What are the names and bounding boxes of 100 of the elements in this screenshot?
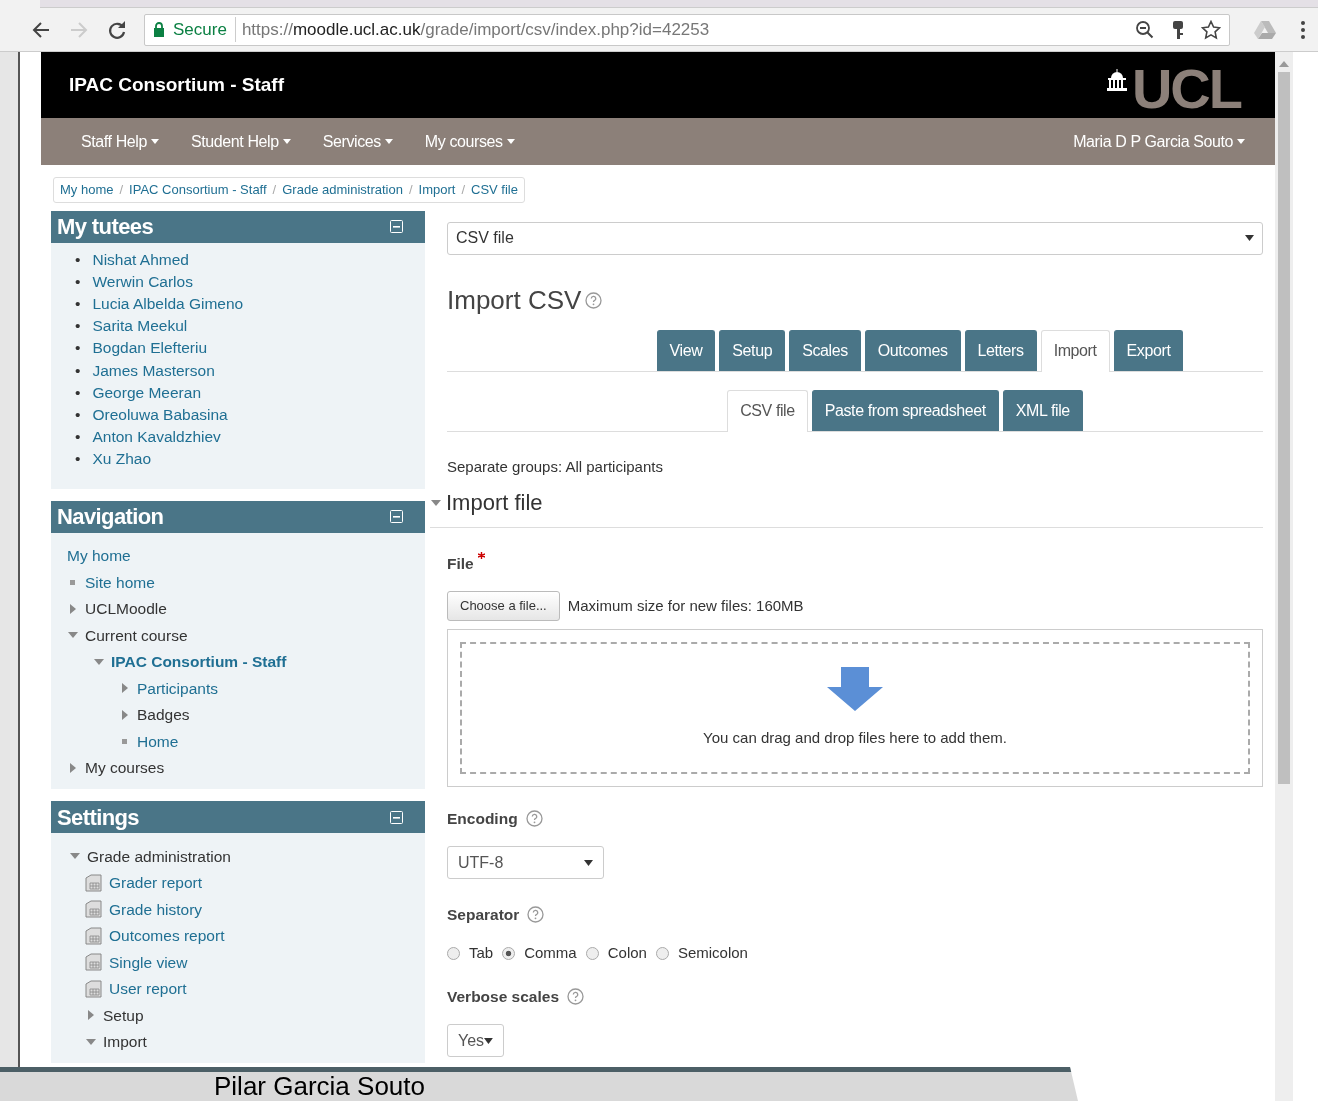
tree-item[interactable]: Badges xyxy=(137,703,190,727)
radio-button[interactable] xyxy=(447,947,460,960)
tutee-link[interactable]: Sarita Meekul xyxy=(92,315,188,338)
tutee-link[interactable]: Oreoluwa Babasina xyxy=(92,403,228,427)
verbose-scales-select[interactable]: Yes xyxy=(447,1024,504,1057)
tab[interactable]: Paste from spreadsheet xyxy=(811,389,999,431)
tab[interactable]: Import xyxy=(1040,329,1110,372)
breadcrumb-link[interactable]: Import xyxy=(418,180,456,200)
list-bullet: • xyxy=(75,338,81,359)
address-bar[interactable]: Secure https://moodle.ucl.ac.uk/grade/import/csv/index.php?id=42253 xyxy=(144,13,1230,46)
radio-label[interactable]: Tab xyxy=(469,942,494,965)
lock-icon xyxy=(153,22,165,37)
encoding-select[interactable]: UTF-8 xyxy=(447,846,604,879)
tab[interactable]: View xyxy=(656,329,716,371)
help-icon[interactable] xyxy=(525,809,543,827)
tree-item[interactable]: Import xyxy=(103,1030,147,1054)
help-icon[interactable] xyxy=(585,291,603,309)
help-icon[interactable] xyxy=(527,906,545,924)
caret-down-icon xyxy=(584,859,593,866)
radio-label[interactable]: Colon xyxy=(607,942,647,965)
tree-item[interactable]: UCLMoodle xyxy=(85,597,167,621)
download-arrow-icon xyxy=(827,666,883,711)
nav-menu[interactable]: Staff Help xyxy=(81,129,159,154)
jump-select[interactable]: CSV file xyxy=(447,221,1263,255)
collapse-icon[interactable] xyxy=(390,510,403,524)
scrollbar-thumb[interactable] xyxy=(1278,72,1290,784)
tutee-link[interactable]: Werwin Carlos xyxy=(92,270,193,293)
key-icon[interactable] xyxy=(1171,19,1185,40)
tab[interactable]: Outcomes xyxy=(864,329,961,371)
report-icon xyxy=(85,900,103,919)
radio-label[interactable]: Comma xyxy=(524,942,577,965)
tree-link[interactable]: IPAC Consortium - Staff xyxy=(111,650,287,674)
site-title[interactable]: IPAC Consortium - Staff xyxy=(69,70,284,100)
tree-link[interactable]: Participants xyxy=(137,676,218,700)
list-bullet: • xyxy=(75,293,81,314)
nav-menu[interactable]: Services xyxy=(322,129,393,154)
field-label: Encoding xyxy=(447,808,518,829)
nav-menu[interactable]: My courses xyxy=(424,129,515,154)
tab[interactable]: Setup xyxy=(719,329,786,371)
choose-file-button[interactable]: Choose a file... xyxy=(447,591,560,621)
tree-link[interactable]: Home xyxy=(137,729,179,753)
tree-link[interactable]: My home xyxy=(67,544,131,568)
tutee-link[interactable]: Xu Zhao xyxy=(92,448,152,471)
radio-button[interactable] xyxy=(502,947,516,960)
tab[interactable]: Export xyxy=(1113,329,1184,371)
tree-link[interactable]: Grader report xyxy=(109,871,203,895)
caret-down-icon xyxy=(506,139,515,144)
tree-link[interactable]: Site home xyxy=(85,570,155,594)
tutee-link[interactable]: Lucia Albelda Gimeno xyxy=(92,292,244,316)
tree-item[interactable]: Setup xyxy=(103,1003,144,1027)
breadcrumb-link[interactable]: CSV file xyxy=(471,180,518,200)
star-icon[interactable] xyxy=(1201,19,1221,40)
caret-down-icon xyxy=(484,1037,493,1044)
tab[interactable]: CSV file xyxy=(727,389,808,432)
tab[interactable]: Letters xyxy=(964,329,1037,371)
report-icon xyxy=(85,926,103,945)
list-bullet: • xyxy=(75,360,81,381)
tutee-link[interactable]: George Meeran xyxy=(92,381,201,404)
tree-item[interactable]: My courses xyxy=(85,756,165,780)
section-title[interactable]: Import file xyxy=(446,486,543,519)
tree-item[interactable]: Current course xyxy=(85,623,188,647)
tree-link[interactable]: Grade history xyxy=(109,897,203,921)
radio-button[interactable] xyxy=(655,947,669,960)
logo-text[interactable]: UCL xyxy=(1131,61,1241,117)
building-icon xyxy=(1105,68,1128,92)
nav-menu[interactable]: Student Help xyxy=(191,129,291,154)
tree-item[interactable]: Grade administration xyxy=(87,844,231,868)
secure-label: Secure xyxy=(173,16,236,43)
drop-zone[interactable]: You can drag and drop files here to add them. xyxy=(447,628,1263,787)
zoom-out-icon[interactable] xyxy=(1135,19,1155,40)
list-bullet: • xyxy=(75,271,81,292)
caption-text: Pilar Garcia Souto xyxy=(214,1071,425,1101)
report-icon xyxy=(85,873,103,892)
tab[interactable]: XML file xyxy=(1002,389,1083,431)
caret-down-icon xyxy=(384,139,393,144)
page-heading: Import CSV xyxy=(447,283,582,317)
collapse-icon[interactable] xyxy=(390,220,403,233)
breadcrumb-link[interactable]: IPAC Consortium - Staff xyxy=(129,180,267,200)
tree-link[interactable]: Single view xyxy=(109,950,188,974)
tutee-link[interactable]: Anton Kavaldzhiev xyxy=(92,426,221,449)
tree-link[interactable]: User report xyxy=(109,977,187,1001)
tree-link[interactable]: Outcomes report xyxy=(109,924,225,948)
tab[interactable]: Scales xyxy=(789,329,861,371)
block-title: Navigation xyxy=(57,503,164,532)
radio-label[interactable]: Semicolon xyxy=(677,942,748,965)
collapse-icon[interactable] xyxy=(390,810,403,824)
tutee-link[interactable]: Nishat Ahmed xyxy=(92,248,189,271)
menu-icon[interactable] xyxy=(1300,19,1306,40)
scroll-up-icon[interactable] xyxy=(1279,60,1289,68)
caret-down-icon xyxy=(1237,139,1245,144)
breadcrumb-separator: / xyxy=(272,181,277,199)
radio-button[interactable] xyxy=(585,947,599,960)
triangle-logo-icon[interactable] xyxy=(1254,19,1276,40)
url-text[interactable]: https://moodle.ucl.ac.uk/grade/import/csv/index.php?id=42253 xyxy=(241,16,710,43)
tutee-link[interactable]: Bogdan Elefteriu xyxy=(92,337,208,360)
breadcrumb-link[interactable]: My home xyxy=(60,180,114,200)
help-icon[interactable] xyxy=(567,987,585,1005)
user-menu[interactable]: Maria D P Garcia Souto xyxy=(1073,129,1245,154)
breadcrumb-link[interactable]: Grade administration xyxy=(282,180,403,200)
tutee-link[interactable]: James Masterson xyxy=(92,359,215,382)
